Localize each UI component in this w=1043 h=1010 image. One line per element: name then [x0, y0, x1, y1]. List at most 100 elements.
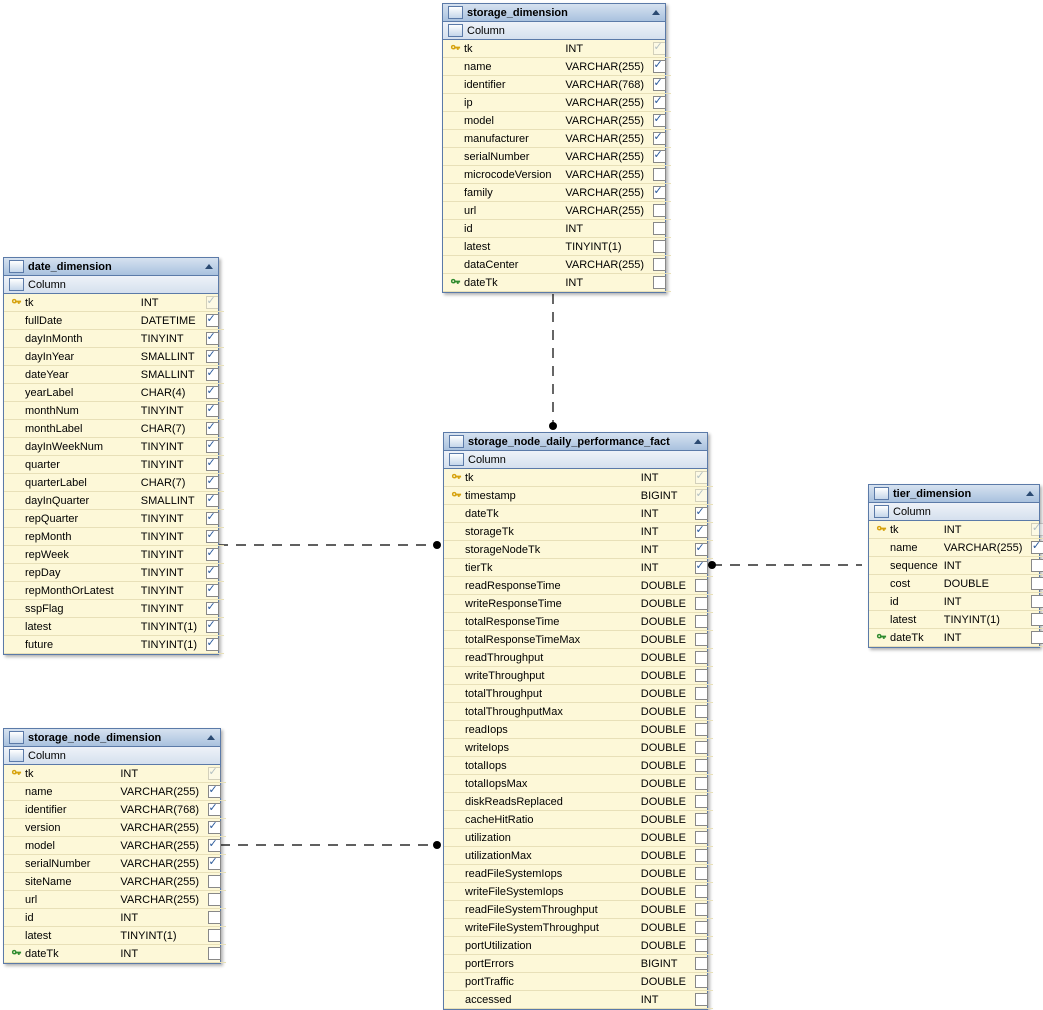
column-name[interactable]: repMonth	[22, 528, 138, 546]
column-checkbox[interactable]	[202, 765, 226, 783]
column-name[interactable]: quarterLabel	[22, 474, 138, 492]
column-checkbox[interactable]	[689, 991, 713, 1009]
collapse-icon[interactable]	[652, 10, 660, 15]
column-name[interactable]: monthNum	[22, 402, 138, 420]
column-name[interactable]: identifier	[461, 76, 562, 94]
column-checkbox[interactable]	[200, 564, 224, 582]
column-checkbox[interactable]	[689, 883, 713, 901]
column-checkbox[interactable]	[647, 238, 671, 256]
column-name[interactable]: tk	[22, 765, 117, 783]
column-checkbox[interactable]	[647, 94, 671, 112]
column-checkbox[interactable]	[200, 546, 224, 564]
column-checkbox[interactable]	[689, 595, 713, 613]
column-name[interactable]: dateTk	[461, 274, 562, 292]
column-name[interactable]: name	[461, 58, 562, 76]
column-name[interactable]: siteName	[22, 873, 117, 891]
column-checkbox[interactable]	[689, 847, 713, 865]
column-name[interactable]: dayInMonth	[22, 330, 138, 348]
column-name[interactable]: fullDate	[22, 312, 138, 330]
column-checkbox[interactable]	[689, 505, 713, 523]
column-name[interactable]: identifier	[22, 801, 117, 819]
column-name[interactable]: dayInWeekNum	[22, 438, 138, 456]
table-date_dimension[interactable]: date_dimensionColumntkINTfullDateDATETIM…	[3, 257, 219, 655]
column-name[interactable]: microcodeVersion	[461, 166, 562, 184]
column-checkbox[interactable]	[202, 945, 226, 963]
column-checkbox[interactable]	[689, 667, 713, 685]
table-storage_node_daily_performance_fact[interactable]: storage_node_daily_performance_factColum…	[443, 432, 708, 1010]
column-name[interactable]: totalIopsMax	[462, 775, 638, 793]
column-name[interactable]: dateYear	[22, 366, 138, 384]
column-checkbox[interactable]	[689, 919, 713, 937]
column-checkbox[interactable]	[200, 348, 224, 366]
column-checkbox[interactable]	[200, 330, 224, 348]
column-name[interactable]: repWeek	[22, 546, 138, 564]
column-checkbox[interactable]	[647, 220, 671, 238]
column-checkbox[interactable]	[200, 312, 224, 330]
column-name[interactable]: totalResponseTime	[462, 613, 638, 631]
column-name[interactable]: totalThroughputMax	[462, 703, 638, 721]
column-checkbox[interactable]	[200, 366, 224, 384]
column-name[interactable]: writeFileSystemIops	[462, 883, 638, 901]
column-checkbox[interactable]	[1025, 629, 1043, 647]
column-checkbox[interactable]	[202, 855, 226, 873]
column-name[interactable]: dataCenter	[461, 256, 562, 274]
column-name[interactable]: url	[461, 202, 562, 220]
column-name[interactable]: dateTk	[462, 505, 638, 523]
column-checkbox[interactable]	[202, 873, 226, 891]
column-checkbox[interactable]	[1025, 557, 1043, 575]
column-checkbox[interactable]	[202, 837, 226, 855]
column-checkbox[interactable]	[202, 819, 226, 837]
column-name[interactable]: name	[887, 539, 941, 557]
column-checkbox[interactable]	[200, 582, 224, 600]
column-name[interactable]: sequence	[887, 557, 941, 575]
column-name[interactable]: storageTk	[462, 523, 638, 541]
column-name[interactable]: accessed	[462, 991, 638, 1009]
column-name[interactable]: family	[461, 184, 562, 202]
column-name[interactable]: writeIops	[462, 739, 638, 757]
column-checkbox[interactable]	[689, 775, 713, 793]
column-name[interactable]: timestamp	[462, 487, 638, 505]
column-checkbox[interactable]	[689, 469, 713, 487]
column-checkbox[interactable]	[200, 510, 224, 528]
column-name[interactable]: portErrors	[462, 955, 638, 973]
column-checkbox[interactable]	[200, 492, 224, 510]
column-checkbox[interactable]	[689, 523, 713, 541]
column-name[interactable]: portTraffic	[462, 973, 638, 991]
column-checkbox[interactable]	[200, 528, 224, 546]
column-checkbox[interactable]	[689, 793, 713, 811]
column-name[interactable]: url	[22, 891, 117, 909]
column-name[interactable]: totalResponseTimeMax	[462, 631, 638, 649]
column-name[interactable]: quarter	[22, 456, 138, 474]
column-name[interactable]: tk	[887, 521, 941, 539]
column-name[interactable]: latest	[887, 611, 941, 629]
column-name[interactable]: latest	[22, 927, 117, 945]
column-name[interactable]: id	[461, 220, 562, 238]
column-checkbox[interactable]	[647, 274, 671, 292]
table-title[interactable]: date_dimension	[4, 258, 218, 276]
column-name[interactable]: model	[461, 112, 562, 130]
column-checkbox[interactable]	[200, 438, 224, 456]
table-title[interactable]: storage_dimension	[443, 4, 665, 22]
collapse-icon[interactable]	[1026, 491, 1034, 496]
column-name[interactable]: latest	[22, 618, 138, 636]
column-name[interactable]: future	[22, 636, 138, 654]
column-checkbox[interactable]	[1025, 611, 1043, 629]
column-checkbox[interactable]	[689, 721, 713, 739]
column-name[interactable]: serialNumber	[461, 148, 562, 166]
column-name[interactable]: readFileSystemThroughput	[462, 901, 638, 919]
column-name[interactable]: repMonthOrLatest	[22, 582, 138, 600]
column-checkbox[interactable]	[689, 577, 713, 595]
column-checkbox[interactable]	[689, 811, 713, 829]
column-name[interactable]: serialNumber	[22, 855, 117, 873]
table-storage_node_dimension[interactable]: storage_node_dimensionColumntkINTnameVAR…	[3, 728, 221, 964]
column-name[interactable]: utilization	[462, 829, 638, 847]
column-checkbox[interactable]	[689, 973, 713, 991]
column-name[interactable]: repDay	[22, 564, 138, 582]
column-name[interactable]: readIops	[462, 721, 638, 739]
column-name[interactable]: model	[22, 837, 117, 855]
column-checkbox[interactable]	[200, 420, 224, 438]
column-name[interactable]: storageNodeTk	[462, 541, 638, 559]
column-name[interactable]: readFileSystemIops	[462, 865, 638, 883]
column-checkbox[interactable]	[647, 112, 671, 130]
column-checkbox[interactable]	[647, 58, 671, 76]
